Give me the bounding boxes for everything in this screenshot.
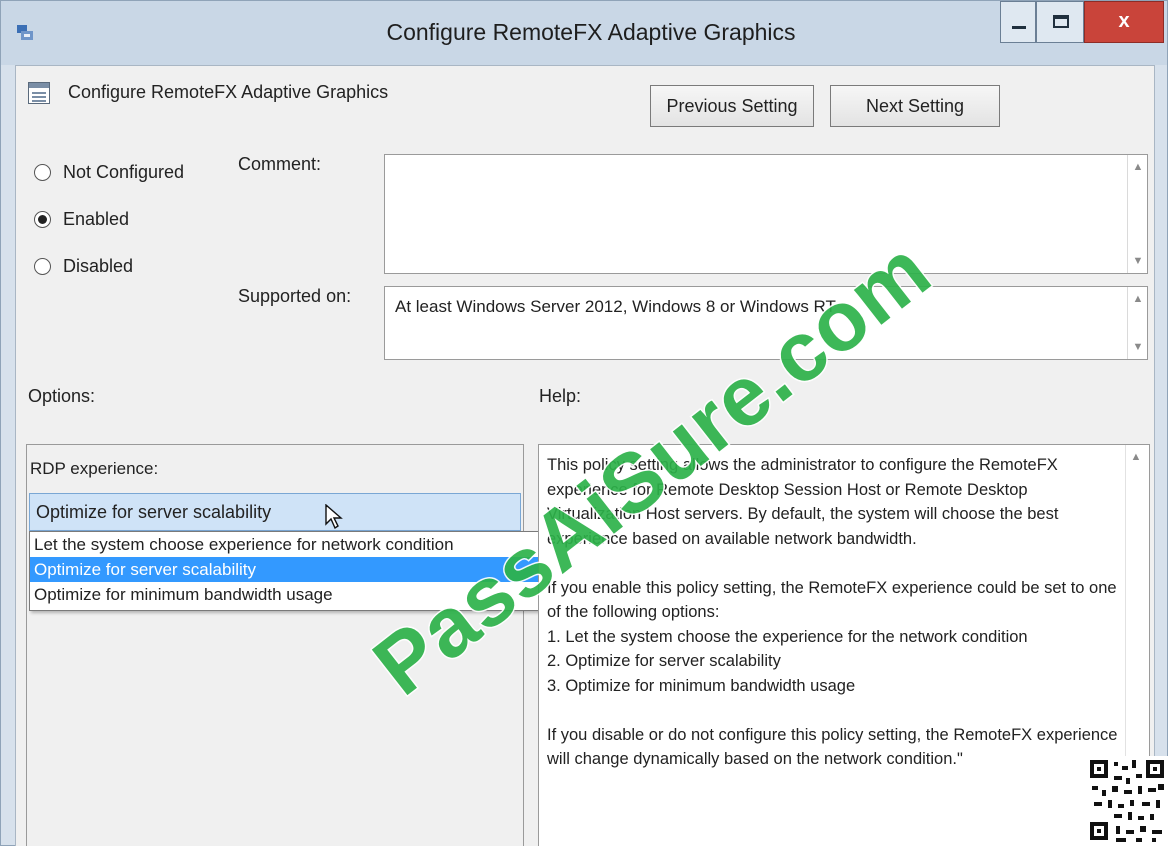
minimize-button[interactable] <box>1000 1 1036 43</box>
radio-button-icon[interactable] <box>34 164 51 181</box>
scroll-up-icon[interactable]: ▲ <box>1131 161 1145 173</box>
help-paragraph: If you disable or do not configure this … <box>547 725 1118 769</box>
comment-label: Comment: <box>238 154 322 174</box>
help-label: Help: <box>539 386 582 406</box>
radio-label: Enabled <box>63 209 130 229</box>
dropdown-option[interactable]: Optimize for minimum bandwidth usage <box>30 582 584 607</box>
options-panel: RDP experience: Optimize for server scal… <box>26 444 585 846</box>
radio-button-icon[interactable] <box>34 258 51 275</box>
supported-on-field: At least Windows Server 2012, Windows 8 … <box>384 286 1148 360</box>
radio-label: Disabled <box>63 256 134 276</box>
comment-scrollbar[interactable]: ▲ ▼ <box>1127 155 1147 273</box>
policy-name: Configure RemoteFX Adaptive Graphics <box>68 82 389 102</box>
radio-enabled[interactable]: Enabled <box>34 209 129 230</box>
scroll-up-icon[interactable]: ▲ <box>1129 451 1143 463</box>
dropdown-option-highlighted[interactable]: Optimize for server scalability <box>30 557 584 582</box>
help-panel[interactable]: This policy setting allows the administr… <box>538 444 1150 846</box>
maximize-icon <box>1053 15 1069 28</box>
help-text: This policy setting allows the administr… <box>547 453 1119 796</box>
title-bar[interactable]: Configure RemoteFX Adaptive Graphics x <box>1 1 1167 65</box>
policy-setting-icon <box>28 82 50 104</box>
rdp-experience-dropdown-list[interactable]: Let the system choose experience for net… <box>29 531 585 611</box>
scroll-up-icon[interactable]: ▲ <box>1131 293 1145 305</box>
radio-not-configured[interactable]: Not Configured <box>34 162 184 183</box>
supported-on-value: At least Windows Server 2012, Windows 8 … <box>395 297 836 316</box>
help-paragraph: This policy setting allows the administr… <box>547 456 1059 548</box>
rdp-experience-selected-value: Optimize for server scalability <box>36 502 272 522</box>
previous-setting-button[interactable]: Previous Setting <box>650 85 814 127</box>
rdp-experience-label: RDP experience: <box>30 459 159 478</box>
scroll-down-icon[interactable]: ▼ <box>1131 255 1145 267</box>
dialog-client-area: Configure RemoteFX Adaptive Graphics Pre… <box>15 65 1155 846</box>
policy-dialog-window: Configure RemoteFX Adaptive Graphics x C… <box>0 0 1168 846</box>
options-label: Options: <box>28 386 96 406</box>
help-paragraph: If you enable this policy setting, the R… <box>547 578 1117 695</box>
scroll-down-icon[interactable]: ▼ <box>1131 341 1145 353</box>
mouse-pointer-icon <box>325 504 343 530</box>
next-setting-button[interactable]: Next Setting <box>830 85 1000 127</box>
close-button[interactable]: x <box>1084 1 1164 43</box>
maximize-button[interactable] <box>1036 1 1084 43</box>
supported-on-scrollbar[interactable]: ▲ ▼ <box>1127 287 1147 359</box>
minimize-icon <box>1012 26 1026 29</box>
rdp-experience-select[interactable]: Optimize for server scalability <box>29 493 521 531</box>
radio-button-checked-icon[interactable] <box>34 211 51 228</box>
window-title: Configure RemoteFX Adaptive Graphics <box>386 19 796 45</box>
group-policy-icon <box>17 25 33 40</box>
dropdown-option[interactable]: Let the system choose experience for net… <box>30 532 584 557</box>
comment-textarea[interactable]: ▲ ▼ <box>384 154 1148 274</box>
close-icon: x <box>1118 10 1130 32</box>
supported-on-label: Supported on: <box>238 286 352 306</box>
qr-code <box>1086 756 1168 846</box>
radio-label: Not Configured <box>63 162 185 182</box>
radio-disabled[interactable]: Disabled <box>34 256 133 277</box>
